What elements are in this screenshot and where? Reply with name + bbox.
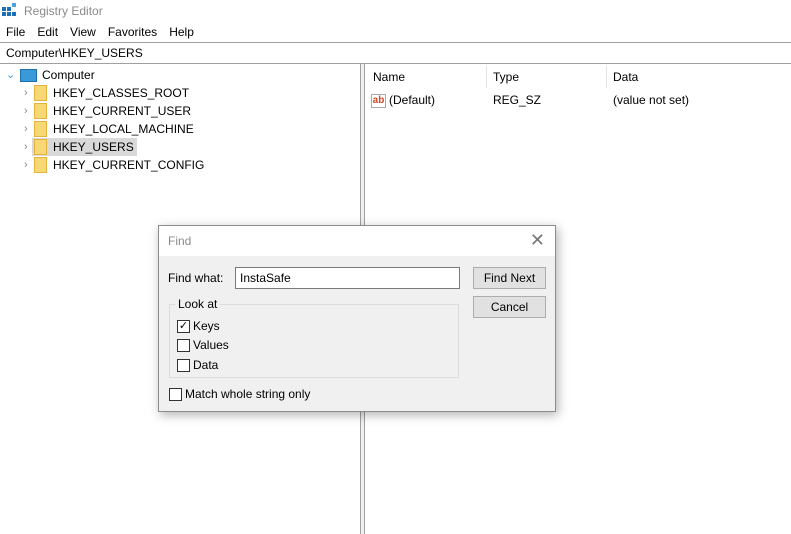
checkbox-box[interactable] <box>177 338 190 352</box>
tree-label: HKEY_CURRENT_USER <box>53 104 192 118</box>
data-checkbox[interactable]: Data <box>177 358 218 372</box>
value-data: (value not set) <box>613 93 690 107</box>
column-header-type[interactable]: Type <box>493 70 519 84</box>
folder-icon <box>34 121 47 137</box>
look-at-label: Look at <box>175 297 221 311</box>
address-bar[interactable]: Computer\HKEY_USERS <box>0 42 791 64</box>
checkbox-label: Data <box>193 358 219 372</box>
folder-icon <box>34 85 47 101</box>
checkbox-label: Values <box>193 338 229 352</box>
chevron-right-icon[interactable]: › <box>24 160 34 171</box>
chevron-right-icon[interactable]: › <box>24 88 34 99</box>
chevron-down-icon[interactable]: ⌄ <box>6 70 16 81</box>
value-type: REG_SZ <box>493 93 542 107</box>
checkmark-icon[interactable]: ✓ <box>177 319 190 333</box>
tree-item-hkey-current-user[interactable]: › HKEY_CURRENT_USER <box>24 102 191 120</box>
menu-edit[interactable]: Edit <box>31 25 64 39</box>
menu-bar: File Edit View Favorites Help <box>0 22 200 42</box>
value-name: ab (Default) <box>371 93 435 108</box>
find-what-label: Find what: <box>168 271 224 285</box>
tree-label: HKEY_USERS <box>53 140 134 154</box>
title-bar: Registry Editor <box>0 0 791 22</box>
menu-help[interactable]: Help <box>163 25 200 39</box>
window-title: Registry Editor <box>24 4 103 18</box>
tree-label: HKEY_CLASSES_ROOT <box>53 86 190 100</box>
keys-checkbox[interactable]: ✓ Keys <box>177 319 220 333</box>
chevron-right-icon[interactable]: › <box>24 124 34 135</box>
tree-label: Computer <box>42 68 95 82</box>
checkbox-box[interactable] <box>169 387 182 401</box>
column-header-name[interactable]: Name <box>373 70 405 84</box>
string-value-icon: ab <box>371 93 386 108</box>
menu-favorites[interactable]: Favorites <box>102 25 163 39</box>
folder-icon <box>34 139 47 155</box>
tree-item-hkey-local-machine[interactable]: › HKEY_LOCAL_MACHINE <box>24 120 194 138</box>
tree-item-hkey-current-config[interactable]: › HKEY_CURRENT_CONFIG <box>24 156 204 174</box>
match-whole-string-checkbox[interactable]: Match whole string only <box>169 387 310 401</box>
column-divider[interactable] <box>486 66 487 88</box>
checkbox-label: Keys <box>193 319 220 333</box>
menu-view[interactable]: View <box>64 25 102 39</box>
tree-item-hkey-users[interactable]: › HKEY_USERS <box>24 138 137 156</box>
column-divider[interactable] <box>606 66 607 88</box>
tree-item-hkey-classes-root[interactable]: › HKEY_CLASSES_ROOT <box>24 84 189 102</box>
cancel-button[interactable]: Cancel <box>473 296 546 318</box>
value-name-text: (Default) <box>389 93 436 107</box>
chevron-right-icon[interactable]: › <box>24 106 34 117</box>
find-what-input[interactable]: InstaSafe <box>235 267 460 289</box>
find-next-button[interactable]: Find Next <box>473 267 546 289</box>
dialog-title-bar: Find ✕ <box>159 226 555 256</box>
menu-file[interactable]: File <box>0 25 31 39</box>
tree-label: HKEY_LOCAL_MACHINE <box>53 122 194 136</box>
computer-icon <box>20 68 37 82</box>
checkbox-label: Match whole string only <box>185 387 311 401</box>
checkbox-box[interactable] <box>177 358 190 372</box>
find-dialog: Find ✕ Find what: InstaSafe Find Next Ca… <box>158 225 556 412</box>
dialog-title: Find <box>168 234 192 248</box>
values-checkbox[interactable]: Values <box>177 338 229 352</box>
registry-editor-icon <box>2 3 18 19</box>
tree-item-computer[interactable]: ⌄ Computer <box>6 66 95 84</box>
column-header-data[interactable]: Data <box>613 70 638 84</box>
folder-icon <box>34 103 47 119</box>
folder-icon <box>34 157 47 173</box>
close-icon[interactable]: ✕ <box>530 231 545 249</box>
tree-label: HKEY_CURRENT_CONFIG <box>53 158 205 172</box>
